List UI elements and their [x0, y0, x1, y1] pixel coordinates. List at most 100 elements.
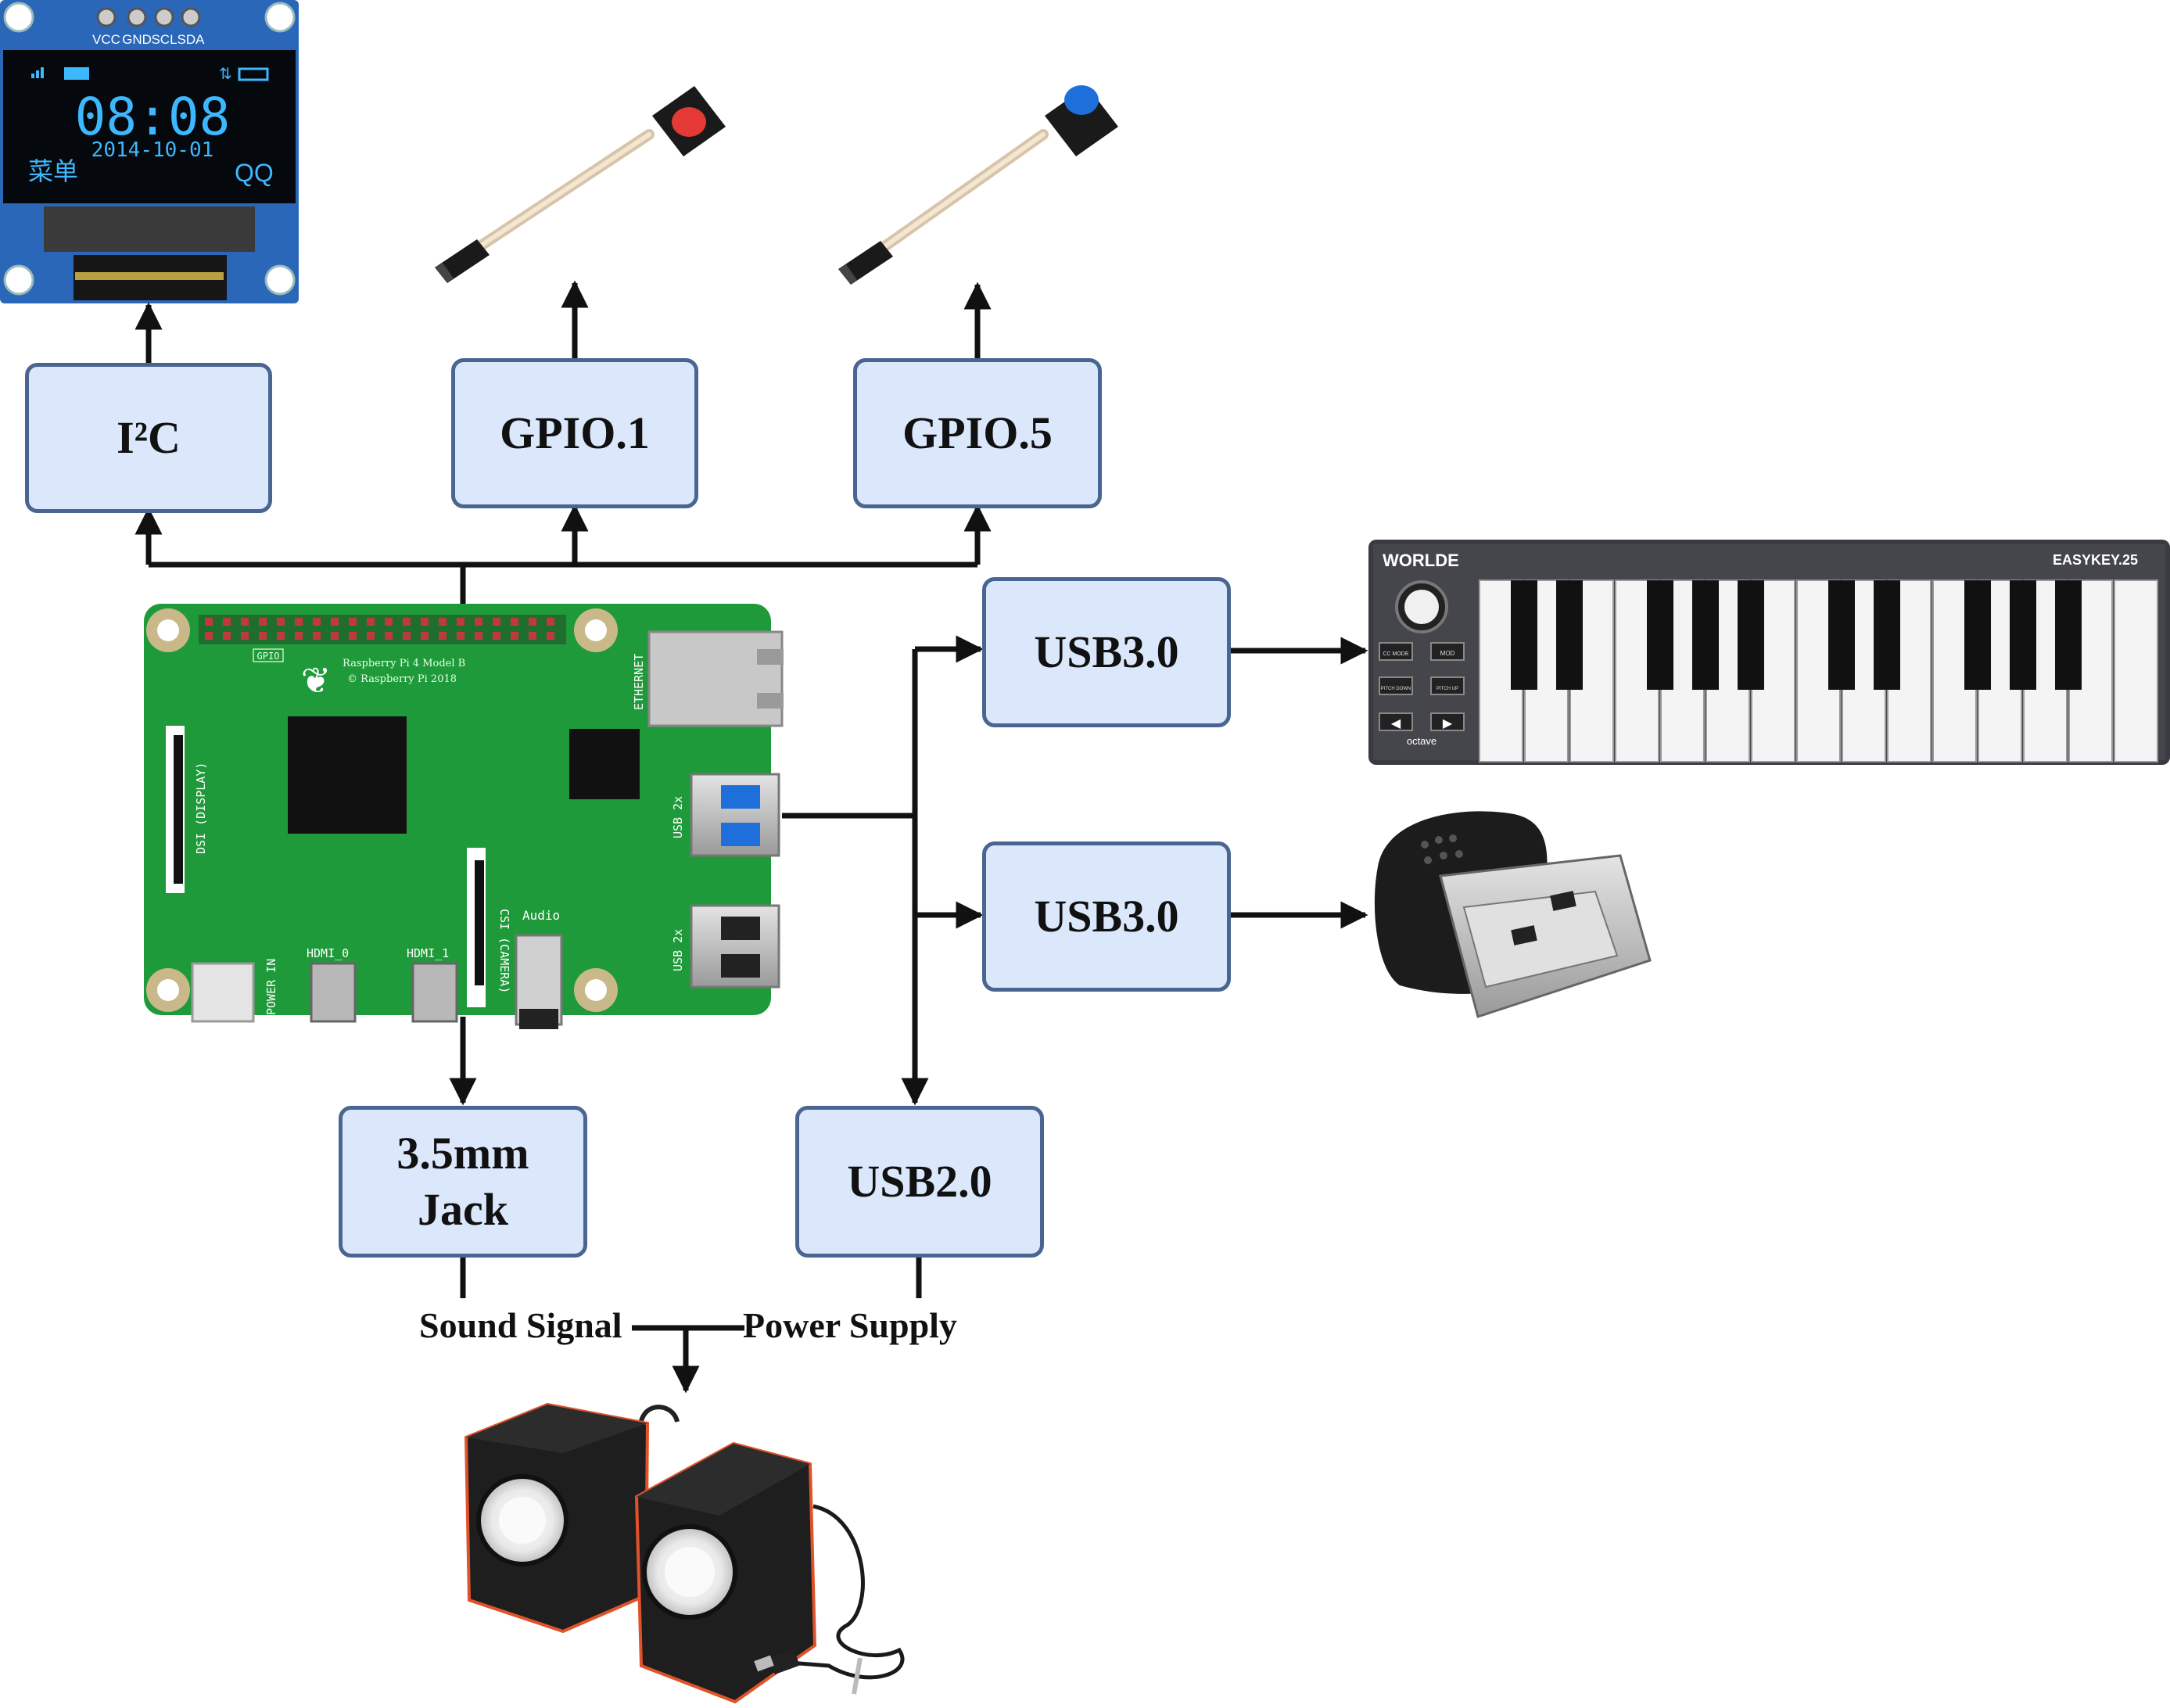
black-key [1511, 580, 1537, 690]
gpio-pin [475, 632, 482, 640]
octave-right-icon: ▶ [1443, 716, 1453, 730]
usb-top-label: USB 2x [671, 796, 685, 838]
black-key [1647, 580, 1673, 690]
gpio-pin [241, 618, 249, 626]
oled-pin-scl: SCL [151, 32, 177, 47]
black-key [1828, 580, 1855, 690]
pi-model-line1: Raspberry Pi 4 Model B [343, 658, 465, 669]
usb2-box-label: USB2.0 [847, 1155, 992, 1207]
hdmi0-port [310, 962, 357, 1023]
oled-pin-gnd: GND [122, 32, 152, 47]
black-key [1692, 580, 1719, 690]
usb-bottom-label: USB 2x [671, 929, 685, 971]
gpio-pin [349, 618, 357, 626]
keyboard-model: EASYKEY.25 [2053, 552, 2138, 568]
gpio-pin [421, 618, 429, 626]
oled-pin-sda: SDA [178, 32, 206, 47]
gpio-pin [259, 618, 267, 626]
oled-menu: 菜单 [28, 156, 78, 186]
red-button-cap [672, 107, 706, 137]
speaker-left [464, 1402, 650, 1634]
power-in-label: POWER IN [264, 959, 278, 1015]
gpio-pin [511, 618, 518, 626]
gpio-pin [241, 632, 249, 640]
gpio-pin [439, 632, 447, 640]
black-key [1874, 580, 1900, 690]
black-key [1738, 580, 1764, 690]
btn-mod-label: MOD [1440, 650, 1455, 657]
gpio-pin [529, 632, 536, 640]
gpio-pin [439, 618, 447, 626]
gpio-pin [331, 618, 339, 626]
gpio-pin [223, 618, 231, 626]
audio-label: Audio [522, 908, 560, 923]
gpio-pin [385, 618, 393, 626]
btn-cc-label: CC MODE [1383, 651, 1408, 657]
gpio-pin [457, 632, 464, 640]
oled-qq: QQ [235, 159, 274, 187]
power-in-port [191, 962, 255, 1023]
gpio-pin [367, 618, 375, 626]
black-key [1964, 580, 1991, 690]
hdmi1-label: HDMI_1 [407, 946, 449, 960]
gpio1-box-label: GPIO.1 [500, 407, 650, 458]
gpio-pin [547, 632, 554, 640]
gpio-pin [403, 632, 411, 640]
i2c-box: I²C [25, 363, 272, 513]
usb-controller-chip [569, 729, 640, 799]
gpio-pin [403, 618, 411, 626]
gpio1-box: GPIO.1 [451, 358, 698, 508]
gpio-pin [205, 632, 213, 640]
gpio-pin [223, 632, 231, 640]
btn-pitch-up-label: PITCH UP [1437, 687, 1458, 691]
jack-box-line1: 3.5mm [396, 1127, 529, 1179]
octave-label: octave [1407, 735, 1437, 747]
gpio-pin [205, 618, 213, 626]
csi-label: CSI (CAMERA) [497, 909, 511, 993]
black-key [2010, 580, 2036, 690]
gpio5-box: GPIO.5 [853, 358, 1102, 508]
gpio-pin [457, 618, 464, 626]
oled-date: 2014-10-01 [91, 138, 214, 162]
gpio-pin [547, 618, 554, 626]
gpio-pin [295, 618, 303, 626]
soc-chip [288, 716, 407, 834]
gpio-pin [493, 618, 500, 626]
gpio-pin [259, 632, 267, 640]
pi-model-line2: © Raspberry Pi 2018 [347, 673, 457, 685]
gpio-pin [367, 632, 375, 640]
jack-box-line2: Jack [418, 1184, 508, 1235]
keyboard-brand: WORLDE [1383, 551, 1459, 570]
oled-pin-vcc: VCC [92, 32, 120, 47]
ethernet-label: ETHERNET [632, 654, 646, 710]
gpio-pin [493, 632, 500, 640]
i2c-box-label: I²C [117, 411, 181, 463]
gpio-pin [529, 618, 536, 626]
red-button-image [435, 86, 726, 283]
sound-signal-label: Sound Signal [419, 1305, 622, 1345]
message-icon [64, 67, 89, 80]
gpio-pin [277, 632, 285, 640]
jack-box: 3.5mm Jack [339, 1106, 587, 1258]
usb2-box: USB2.0 [795, 1106, 1044, 1258]
blue-button-image [838, 85, 1118, 285]
power-supply-label: Power Supply [743, 1305, 957, 1345]
usb3-mic-box: USB3.0 [982, 841, 1231, 992]
usb3-mic-box-label: USB3.0 [1034, 890, 1179, 942]
gpio5-box-label: GPIO.5 [902, 407, 1053, 458]
midi-keyboard-image: WORLDE EASYKEY.25 CC MODE MOD PITCH DOWN… [1368, 540, 2170, 765]
gpio-pin [475, 618, 482, 626]
black-key [1556, 580, 1583, 690]
speakers-image [464, 1402, 905, 1704]
usb3-keyboard-box: USB3.0 [982, 577, 1231, 727]
gpio-pin [349, 632, 357, 640]
gpio-tag: GPIO [257, 651, 280, 662]
data-arrows-icon: ⇅ [219, 64, 232, 83]
hdmi0-label: HDMI_0 [307, 946, 349, 960]
ethernet-port [647, 630, 784, 727]
gpio-pin [331, 632, 339, 640]
gpio-pin [313, 618, 321, 626]
gpio-pin [511, 632, 518, 640]
hdmi1-port [411, 962, 458, 1023]
gpio-pin [277, 618, 285, 626]
